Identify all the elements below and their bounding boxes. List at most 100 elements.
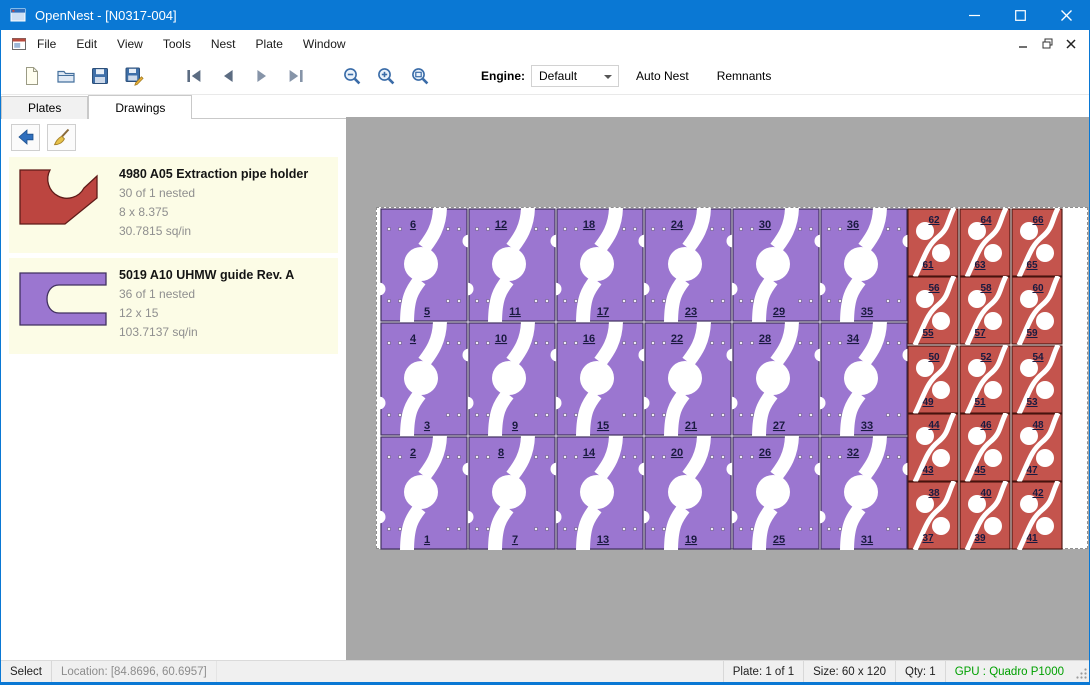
svg-text:55: 55 xyxy=(922,328,934,339)
minimize-button[interactable] xyxy=(951,0,997,30)
nested-part-pair-purple[interactable]: 28 27 xyxy=(732,322,820,436)
clear-drawings-button[interactable] xyxy=(47,124,76,151)
nested-part-pair-purple[interactable]: 10 9 xyxy=(468,322,556,436)
auto-nest-button[interactable]: Auto Nest xyxy=(625,63,700,89)
drawing-title: 4980 A05 Extraction pipe holder xyxy=(119,167,308,181)
drawing-area: 30.7815 sq/in xyxy=(119,222,308,241)
nested-part-pair-red[interactable]: 64 63 xyxy=(959,208,1011,277)
nested-part-pair-purple[interactable]: 20 19 xyxy=(644,436,732,550)
close-button[interactable] xyxy=(1043,0,1089,30)
sidebar-tabstrip: Plates Drawings xyxy=(1,95,346,119)
next-plate-button[interactable] xyxy=(245,61,279,91)
blue-arrow-left-icon xyxy=(16,127,36,147)
nested-part-pair-purple[interactable]: 12 11 xyxy=(468,208,556,322)
new-button[interactable] xyxy=(15,61,49,91)
status-mode: Select xyxy=(1,661,52,682)
drawing-item-5019[interactable]: 5019 A10 UHMW guide Rev. A 36 of 1 neste… xyxy=(9,258,338,354)
nested-part-pair-red[interactable]: 60 59 xyxy=(1011,276,1063,345)
nested-part-pair-red[interactable]: 44 43 xyxy=(907,413,959,482)
last-plate-button[interactable] xyxy=(279,61,313,91)
nested-part-pair-red[interactable]: 48 47 xyxy=(1011,413,1063,482)
menu-file[interactable]: File xyxy=(27,30,66,57)
zoom-in-button[interactable] xyxy=(369,61,403,91)
svg-text:24: 24 xyxy=(671,219,684,231)
nested-part-pair-purple[interactable]: 36 35 xyxy=(820,208,908,322)
resize-grip[interactable] xyxy=(1073,661,1089,682)
zoom-out-button[interactable] xyxy=(335,61,369,91)
nested-part-pair-purple[interactable]: 2 1 xyxy=(380,436,468,550)
nested-part-pair-purple[interactable]: 22 21 xyxy=(644,322,732,436)
menu-plate[interactable]: Plate xyxy=(246,30,293,57)
engine-select[interactable]: Default xyxy=(531,65,619,87)
svg-text:48: 48 xyxy=(1032,420,1044,431)
nested-part-pair-red[interactable]: 56 55 xyxy=(907,276,959,345)
menu-view[interactable]: View xyxy=(107,30,153,57)
minimize-icon xyxy=(969,10,980,21)
nested-part-pair-purple[interactable]: 16 15 xyxy=(556,322,644,436)
save-button[interactable] xyxy=(83,61,117,91)
nested-part-pair-purple[interactable]: 24 23 xyxy=(644,208,732,322)
menu-tools[interactable]: Tools xyxy=(153,30,201,57)
svg-text:50: 50 xyxy=(928,352,940,363)
nested-part-pair-purple[interactable]: 18 17 xyxy=(556,208,644,322)
nested-part-pair-purple[interactable]: 34 33 xyxy=(820,322,908,436)
previous-plate-button[interactable] xyxy=(211,61,245,91)
nested-part-pair-purple[interactable]: 8 7 xyxy=(468,436,556,550)
nested-part-pair-red[interactable]: 40 39 xyxy=(959,481,1011,550)
svg-text:39: 39 xyxy=(974,533,986,544)
svg-text:5: 5 xyxy=(424,306,430,318)
first-plate-button[interactable] xyxy=(177,61,211,91)
svg-text:1: 1 xyxy=(424,534,430,546)
nested-part-pair-purple[interactable]: 26 25 xyxy=(732,436,820,550)
svg-text:21: 21 xyxy=(685,420,697,432)
nested-part-pair-red[interactable]: 62 61 xyxy=(907,208,959,277)
svg-text:2: 2 xyxy=(410,447,416,459)
svg-text:46: 46 xyxy=(980,420,992,431)
menu-nest[interactable]: Nest xyxy=(201,30,246,57)
nested-part-pair-red[interactable]: 42 41 xyxy=(1011,481,1063,550)
svg-text:33: 33 xyxy=(861,420,873,432)
nested-part-pair-red[interactable]: 50 49 xyxy=(907,345,959,414)
nested-part-pair-purple[interactable]: 32 31 xyxy=(820,436,908,550)
mdi-close-icon xyxy=(1066,39,1076,49)
nested-part-pair-red[interactable]: 58 57 xyxy=(959,276,1011,345)
nested-part-pair-red[interactable]: 46 45 xyxy=(959,413,1011,482)
titlebar: OpenNest - [N0317-004] xyxy=(1,0,1089,30)
mdi-restore-icon xyxy=(1042,38,1053,49)
mdi-minimize-button[interactable] xyxy=(1013,35,1033,53)
tab-plates[interactable]: Plates xyxy=(1,96,88,119)
svg-text:53: 53 xyxy=(1026,397,1038,408)
plate[interactable]: 6 5 12 11 18 17 xyxy=(376,207,1088,549)
remnants-button[interactable]: Remnants xyxy=(706,63,783,89)
nested-part-pair-red[interactable]: 66 65 xyxy=(1011,208,1063,277)
mdi-close-button[interactable] xyxy=(1061,35,1081,53)
svg-text:59: 59 xyxy=(1026,328,1038,339)
zoom-fit-button[interactable] xyxy=(403,61,437,91)
nested-part-pair-purple[interactable]: 6 5 xyxy=(380,208,468,322)
drawing-item-4980[interactable]: 4980 A05 Extraction pipe holder 30 of 1 … xyxy=(9,157,338,253)
svg-text:65: 65 xyxy=(1026,260,1038,271)
last-icon xyxy=(286,66,306,86)
maximize-button[interactable] xyxy=(997,0,1043,30)
open-button[interactable] xyxy=(49,61,83,91)
nested-part-pair-red[interactable]: 38 37 xyxy=(907,481,959,550)
nest-canvas[interactable]: 6 5 12 11 18 17 xyxy=(346,95,1089,660)
broom-icon xyxy=(52,127,72,147)
svg-text:16: 16 xyxy=(583,333,595,345)
nested-part-pair-red[interactable]: 52 51 xyxy=(959,345,1011,414)
tab-drawings[interactable]: Drawings xyxy=(88,95,192,119)
drawing-dimensions: 8 x 8.375 xyxy=(119,203,308,222)
save-as-button[interactable] xyxy=(117,61,151,91)
menu-edit[interactable]: Edit xyxy=(66,30,107,57)
nested-part-pair-red[interactable]: 54 53 xyxy=(1011,345,1063,414)
status-plate-size: Size: 60 x 120 xyxy=(803,661,895,682)
nested-part-pair-purple[interactable]: 4 3 xyxy=(380,322,468,436)
svg-text:49: 49 xyxy=(922,397,934,408)
nested-part-pair-purple[interactable]: 14 13 xyxy=(556,436,644,550)
svg-text:20: 20 xyxy=(671,447,683,459)
mdi-restore-button[interactable] xyxy=(1037,35,1057,53)
svg-text:30: 30 xyxy=(759,219,771,231)
apply-drawing-button[interactable] xyxy=(11,124,40,151)
menu-window[interactable]: Window xyxy=(293,30,356,57)
nested-part-pair-purple[interactable]: 30 29 xyxy=(732,208,820,322)
